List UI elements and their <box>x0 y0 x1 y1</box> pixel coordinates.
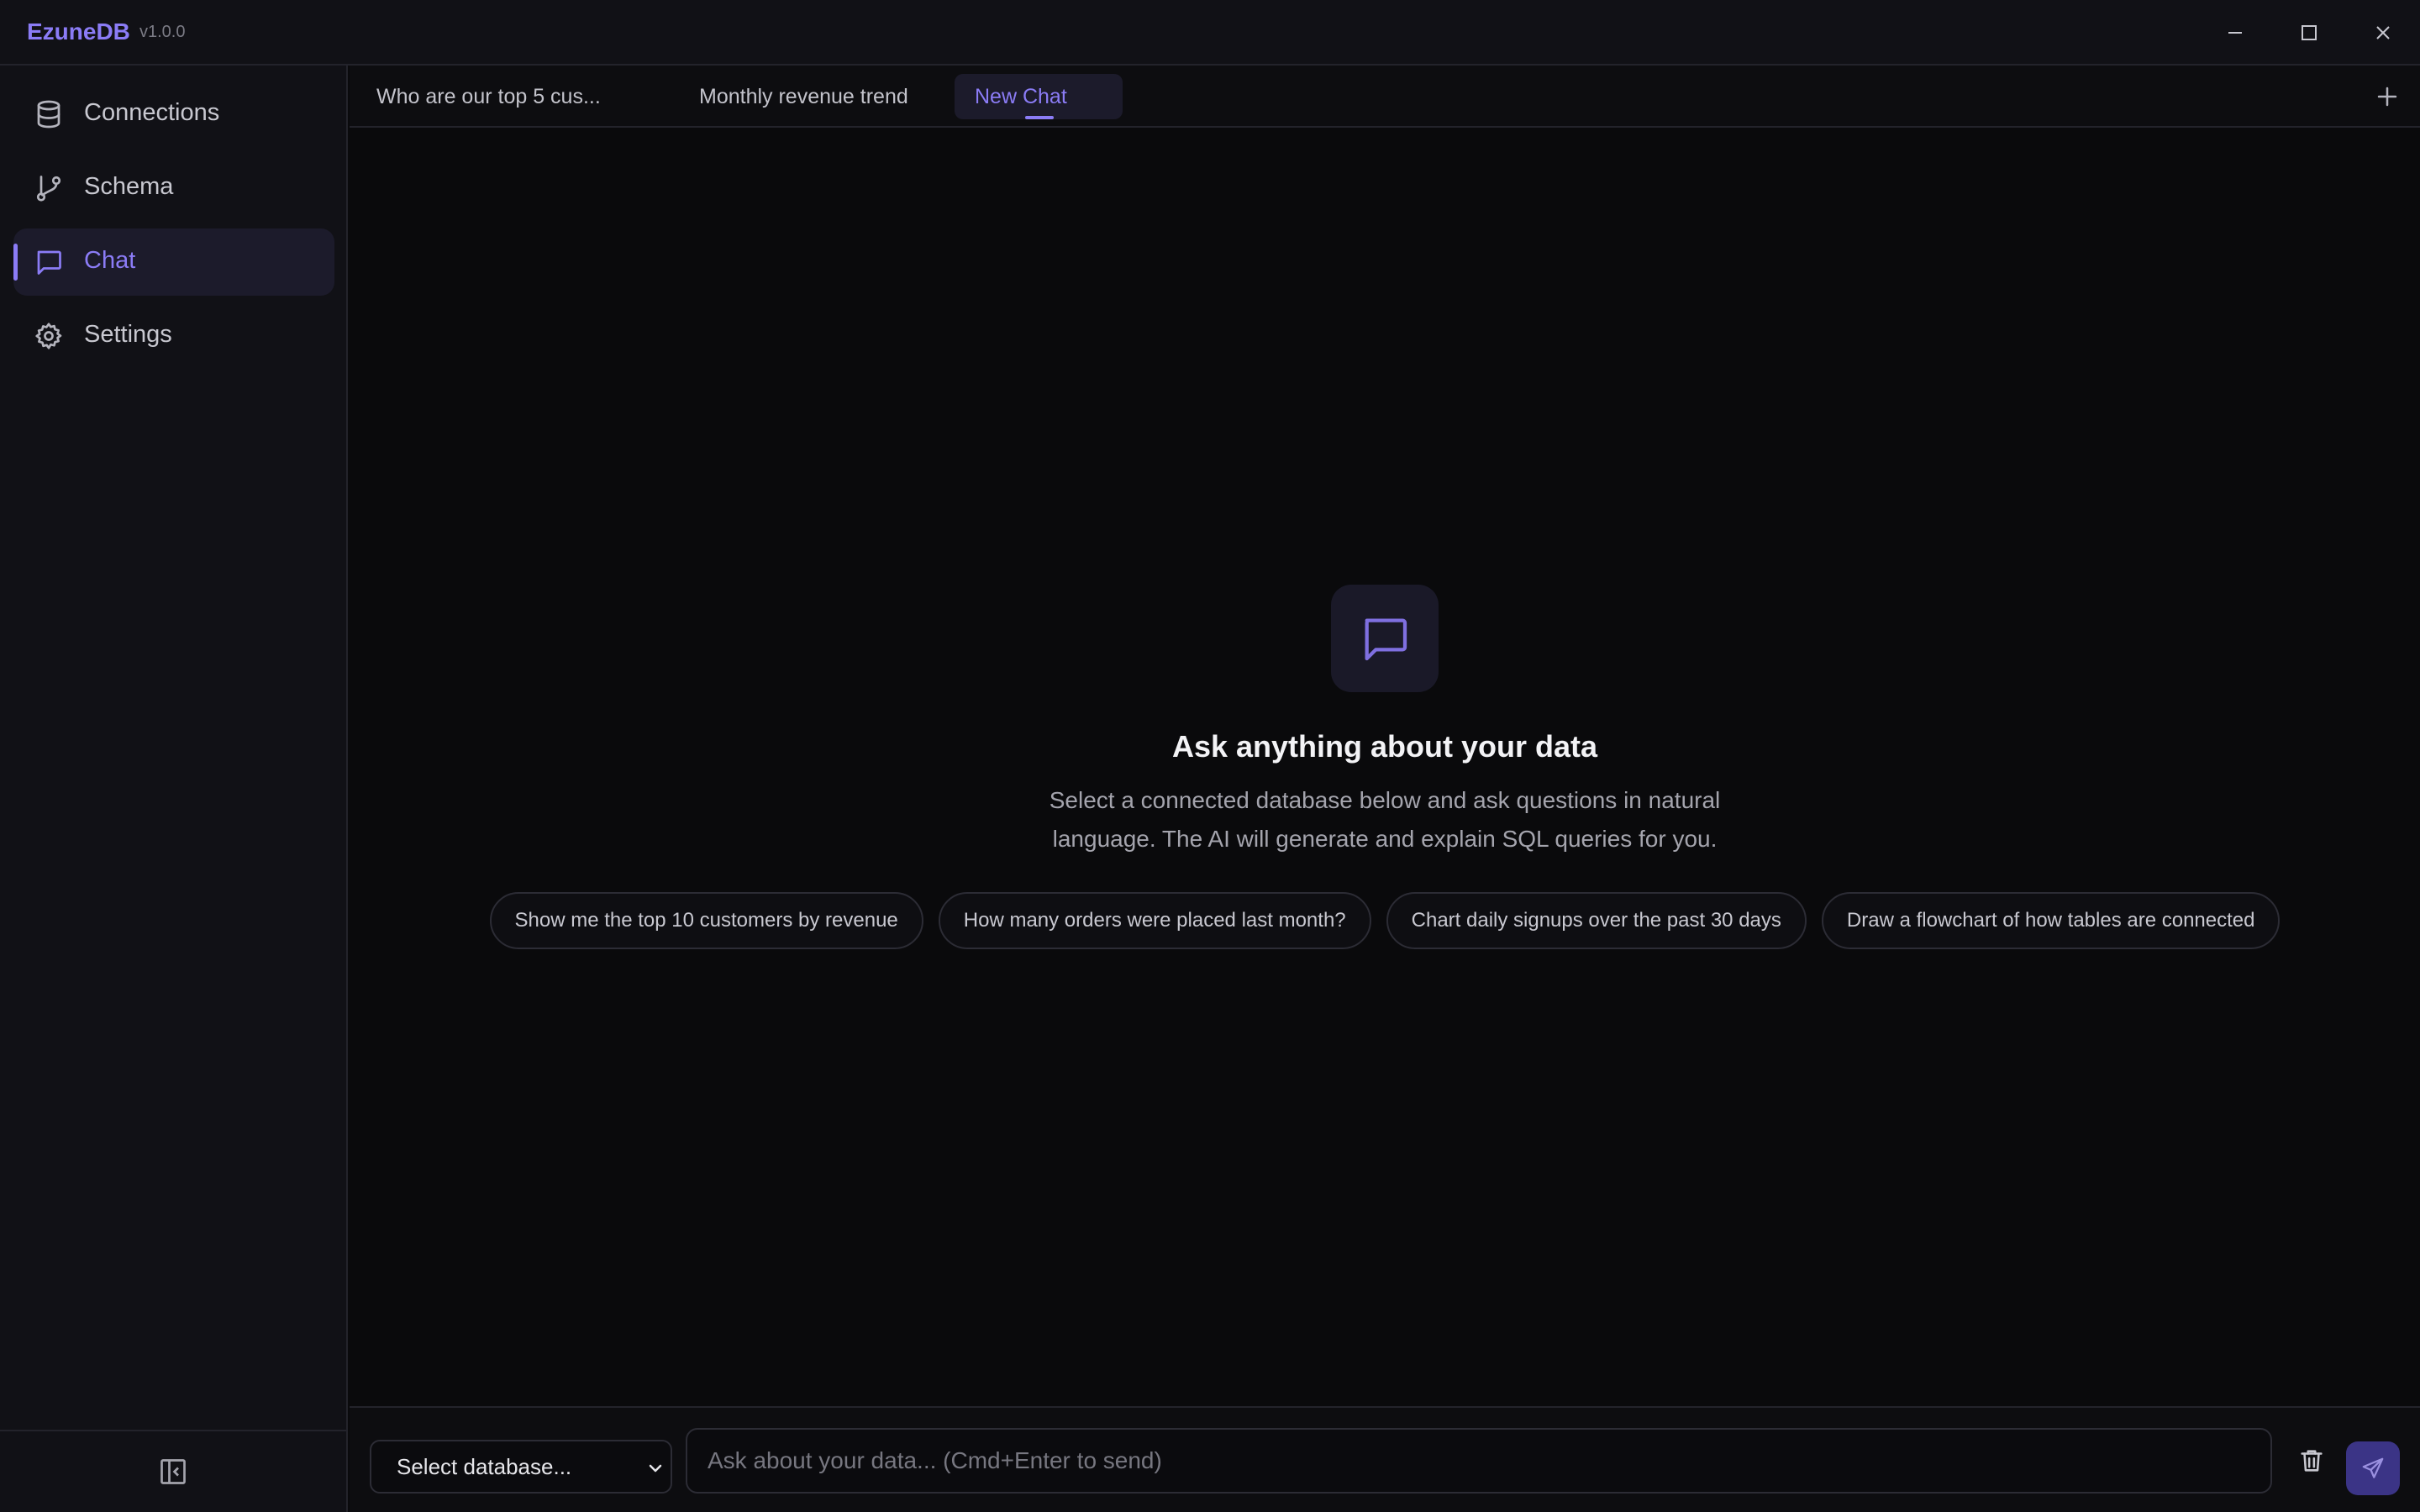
sidebar-item-label: Connections <box>84 99 220 126</box>
close-icon <box>2376 26 2390 39</box>
sidebar-footer <box>0 1430 346 1512</box>
sidebar-item-label: Chat <box>84 247 136 274</box>
empty-state-icon-tile <box>1331 585 1439 692</box>
empty-state-description: Select a connected database below and as… <box>1049 787 1721 852</box>
add-tab-icon[interactable] <box>2373 82 2402 111</box>
database-select-value: Select database... <box>397 1453 572 1479</box>
suggestion-chip[interactable]: How many orders were placed last month? <box>938 892 1371 949</box>
send-icon <box>2362 1457 2384 1478</box>
tab-label: Monthly revenue trend <box>699 84 908 108</box>
minimize-button[interactable] <box>2218 16 2252 50</box>
tab-top-customers[interactable]: Who are our top 5 cus... <box>356 74 621 119</box>
sidebar: Connections Schema Chat Settings <box>0 66 348 1512</box>
tab-monthly-revenue[interactable]: Monthly revenue trend <box>679 74 929 119</box>
message-square-icon <box>37 250 61 275</box>
title-bar: EzuneDB v1.0.0 <box>0 0 2420 66</box>
tab-new-chat[interactable]: New Chat <box>955 74 1123 119</box>
sidebar-item-schema[interactable]: Schema <box>13 155 334 222</box>
maximize-icon <box>2302 25 2317 40</box>
suggestion-chip[interactable]: Draw a flowchart of how tables are conne… <box>1821 892 2281 949</box>
database-select[interactable]: Select database... <box>370 1440 672 1494</box>
chat-composer: Select database... <box>350 1406 2420 1512</box>
panel-collapse-icon[interactable] <box>158 1457 188 1487</box>
sidebar-item-label: Settings <box>84 321 172 348</box>
app-name: EzuneDB <box>27 18 130 45</box>
sidebar-item-chat[interactable]: Chat <box>13 228 334 296</box>
suggestion-list: Show me the top 10 customers by revenue … <box>350 892 2420 949</box>
empty-state-title: Ask anything about your data <box>1171 729 1598 764</box>
database-icon <box>37 100 60 129</box>
git-branch-icon <box>36 176 61 202</box>
sidebar-item-label: Schema <box>84 173 174 200</box>
sidebar-item-settings[interactable]: Settings <box>13 302 334 370</box>
close-button[interactable] <box>2366 16 2400 50</box>
trash-icon[interactable] <box>2297 1446 2326 1475</box>
app-version: v1.0.0 <box>139 23 186 41</box>
gear-icon <box>35 323 62 349</box>
message-square-icon <box>1365 618 1407 661</box>
sidebar-item-connections[interactable]: Connections <box>13 81 334 148</box>
suggestion-chip[interactable]: Chart daily signups over the past 30 day… <box>1386 892 1807 949</box>
chat-main: Ask anything about your data Select a co… <box>350 128 2420 1406</box>
chevron-down-icon <box>649 1464 662 1473</box>
tab-label: Who are our top 5 cus... <box>376 84 601 108</box>
maximize-button[interactable] <box>2292 16 2326 50</box>
chat-tab-bar: Who are our top 5 cus... Monthly revenue… <box>350 66 2420 128</box>
tab-label: New Chat <box>975 84 1067 108</box>
minimize-icon <box>2228 32 2242 34</box>
send-button[interactable] <box>2346 1441 2400 1495</box>
chat-input[interactable] <box>686 1428 2272 1494</box>
suggestion-chip[interactable]: Show me the top 10 customers by revenue <box>489 892 923 949</box>
